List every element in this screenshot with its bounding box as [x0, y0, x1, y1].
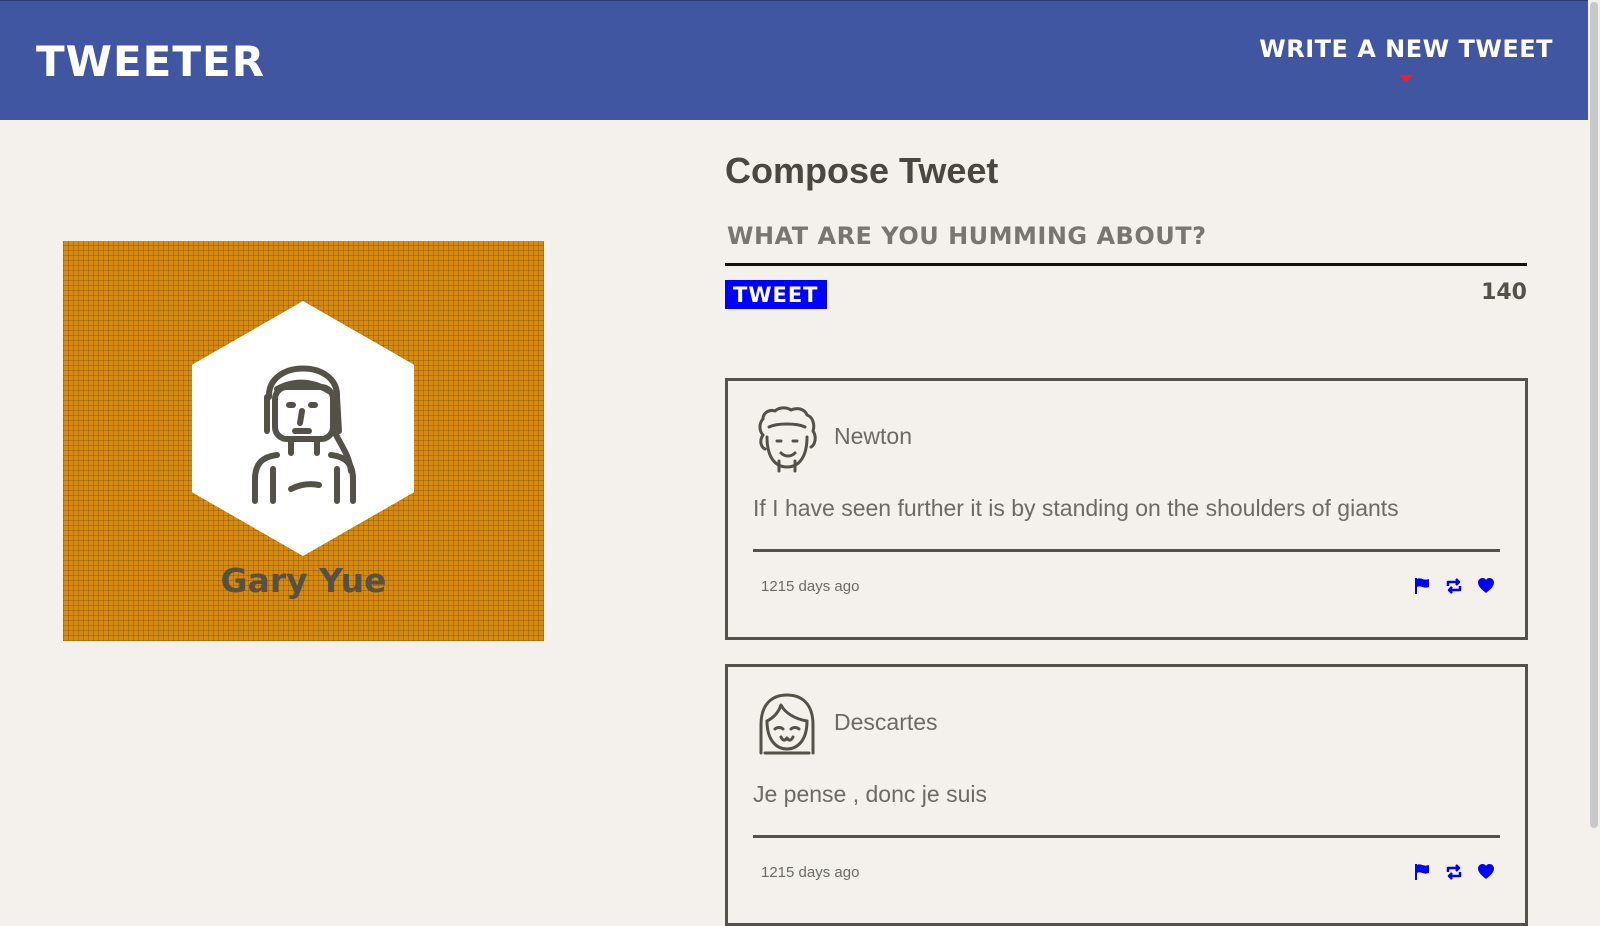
tweet-text-input[interactable] — [725, 220, 1527, 266]
write-new-tweet-toggle[interactable]: Write a new tweet — [1259, 35, 1553, 87]
user-avatar-icon — [252, 365, 356, 504]
compose-title: Compose Tweet — [725, 150, 999, 191]
profile-card: Gary Yue — [63, 241, 544, 641]
tweet-submit-button[interactable]: Tweet — [725, 280, 827, 309]
tweet-divider — [753, 549, 1500, 552]
heart-icon[interactable] — [1477, 863, 1495, 881]
tweet-timestamp: 1215 days ago — [761, 864, 860, 881]
page-scrollbar[interactable] — [1588, 0, 1600, 900]
newton-avatar-icon — [758, 406, 817, 473]
flag-icon[interactable] — [1413, 577, 1431, 595]
scrollbar-thumb[interactable] — [1590, 2, 1598, 828]
character-counter: 140 — [1481, 280, 1527, 305]
retweet-icon[interactable] — [1445, 863, 1463, 881]
tweet-author: Newton — [834, 423, 912, 449]
compose-section: Compose Tweet Tweet 140 — [725, 150, 1527, 310]
tweet-author: Descartes — [834, 709, 938, 735]
profile-name: Gary Yue — [220, 561, 387, 600]
caret-down-icon[interactable] — [1399, 75, 1414, 82]
tweet-actions — [1413, 863, 1495, 881]
retweet-icon[interactable] — [1445, 577, 1463, 595]
tweet-card: Newton If I have seen further it is by s… — [725, 378, 1528, 640]
flag-icon[interactable] — [1413, 863, 1431, 881]
tweet-text: Je pense , donc je suis — [753, 781, 987, 807]
tweet-text: If I have seen further it is by standing… — [753, 495, 1399, 521]
tweet-divider — [753, 835, 1500, 838]
tweet-card: Descartes Je pense , donc je suis 1215 d… — [725, 664, 1528, 926]
descartes-avatar-icon — [759, 693, 815, 755]
tweet-timestamp: 1215 days ago — [761, 578, 860, 595]
heart-icon[interactable] — [1477, 577, 1495, 595]
compose-actions: Tweet 140 — [725, 280, 1527, 310]
tweet-actions — [1413, 577, 1495, 595]
brand-logo[interactable]: Tweeter — [36, 37, 265, 86]
avatar-hexagon — [192, 301, 414, 556]
top-navbar: Tweeter Write a new tweet — [0, 0, 1588, 120]
write-new-tweet-label[interactable]: Write a new tweet — [1259, 35, 1553, 63]
